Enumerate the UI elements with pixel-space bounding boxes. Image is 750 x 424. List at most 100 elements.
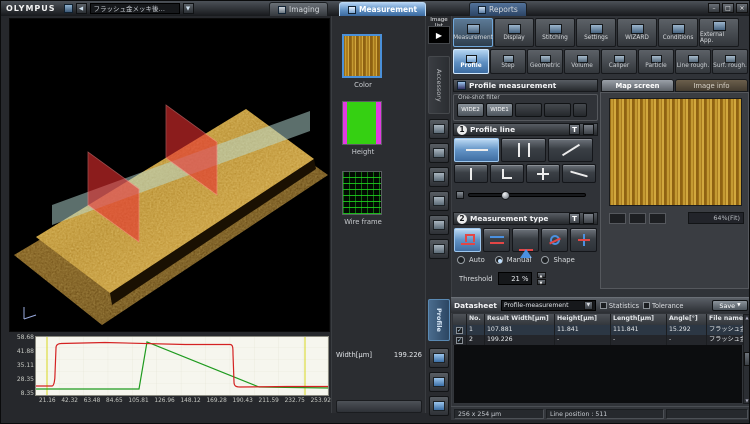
profile-tool-icon-3[interactable] bbox=[429, 396, 449, 416]
cross-line-button[interactable] bbox=[526, 164, 560, 183]
tab-map-screen[interactable]: Map screen bbox=[601, 79, 674, 92]
mode-particle-button[interactable]: Particle bbox=[638, 49, 674, 74]
profile-line-text-tool-button[interactable]: T bbox=[569, 124, 580, 135]
tab-measurement[interactable]: Measurement bbox=[339, 2, 426, 16]
ribbon-conditions-button[interactable]: Conditions bbox=[658, 18, 698, 47]
angle-measure-button[interactable] bbox=[512, 228, 539, 252]
corner-line-button[interactable] bbox=[490, 164, 524, 183]
mode-profile-button[interactable]: Profile bbox=[453, 49, 489, 74]
mode-surface-roughness-button[interactable]: Surf. rough. bbox=[712, 49, 748, 74]
profile-side-tab[interactable]: Profile bbox=[428, 299, 450, 341]
ribbon-display-button[interactable]: Display bbox=[494, 18, 534, 47]
document-title[interactable]: フラッシュ金メッキ後… bbox=[90, 3, 180, 14]
threshold-down-button[interactable]: ▼ bbox=[537, 279, 546, 285]
profile-plot[interactable] bbox=[35, 336, 329, 400]
image-list-expand-button[interactable]: ▶ bbox=[428, 26, 450, 44]
filter-3-button[interactable] bbox=[515, 103, 542, 117]
table-row[interactable]: ✓ 1 107.881 11.841 111.841 15.292 フラッシュ金 bbox=[453, 325, 743, 335]
statistics-checkbox-row[interactable]: Statistics bbox=[600, 302, 639, 310]
3d-viewport[interactable] bbox=[9, 18, 330, 332]
radius-measure-button[interactable] bbox=[541, 228, 568, 252]
mode-label: Line rough. bbox=[677, 63, 710, 69]
threshold-up-button[interactable]: ▲ bbox=[537, 272, 546, 278]
measurement-type-options-button[interactable] bbox=[583, 213, 594, 224]
accessory-tab[interactable]: Accessory bbox=[428, 56, 450, 114]
scroll-down-icon[interactable]: ▼ bbox=[745, 398, 748, 403]
cross-section-measure-button[interactable] bbox=[570, 228, 597, 252]
document-dropdown-button[interactable]: ▼ bbox=[183, 3, 194, 14]
imaging-icon bbox=[278, 6, 286, 14]
maximize-button[interactable]: □ bbox=[722, 3, 734, 13]
map-thumb-3[interactable] bbox=[649, 213, 666, 224]
threshold-input[interactable]: 21 % bbox=[498, 272, 532, 285]
map-preview-image[interactable] bbox=[609, 98, 742, 206]
mode-label: Volume bbox=[571, 63, 593, 69]
radio-shape[interactable] bbox=[541, 256, 549, 264]
row-checkbox[interactable]: ✓ bbox=[456, 337, 463, 344]
profile-tool-icon-1[interactable] bbox=[429, 348, 449, 368]
ribbon-measurement-button[interactable]: Measurement bbox=[453, 18, 493, 47]
save-button[interactable]: Save ▼ bbox=[712, 300, 748, 311]
line-roughness-icon bbox=[688, 55, 699, 63]
parallel-lines-icon bbox=[518, 143, 530, 157]
tab-image-info[interactable]: Image info bbox=[675, 79, 748, 92]
vertical-line-button[interactable] bbox=[454, 164, 488, 183]
ruler-icon[interactable] bbox=[429, 239, 449, 259]
2d-view-icon[interactable] bbox=[429, 143, 449, 163]
measurement-type-buttons bbox=[454, 228, 597, 252]
mode-geometric-button[interactable]: Geometric bbox=[527, 49, 563, 74]
scroll-up-icon[interactable]: ▲ bbox=[745, 315, 748, 320]
scrollbar-thumb[interactable] bbox=[744, 352, 750, 366]
surface-roughness-icon bbox=[725, 55, 736, 63]
horizontal-line-button[interactable] bbox=[454, 138, 499, 162]
3d-view-icon[interactable] bbox=[429, 119, 449, 139]
free-line-button[interactable] bbox=[562, 164, 596, 183]
ribbon-wizard-button[interactable]: WiZARD bbox=[617, 18, 657, 47]
grid-icon[interactable] bbox=[429, 191, 449, 211]
thumbnail-wireframe[interactable] bbox=[342, 171, 382, 215]
statistics-checkbox[interactable] bbox=[600, 302, 607, 309]
tolerance-checkbox-row[interactable]: Tolerance bbox=[643, 302, 683, 310]
tab-reports[interactable]: Reports bbox=[469, 2, 527, 16]
back-button[interactable]: ◀ bbox=[76, 3, 87, 14]
mode-step-button[interactable]: Step bbox=[490, 49, 526, 74]
minimize-button[interactable]: – bbox=[708, 3, 720, 13]
layer-icon[interactable] bbox=[429, 167, 449, 187]
step-measure-button[interactable] bbox=[454, 228, 481, 252]
mode-line-roughness-button[interactable]: Line rough. bbox=[675, 49, 711, 74]
mode-caliper-button[interactable]: Caliper bbox=[601, 49, 637, 74]
parallel-lines-button[interactable] bbox=[501, 138, 546, 162]
thumbnail-height[interactable] bbox=[342, 101, 382, 145]
filter-wide1-button[interactable]: WIDE1 bbox=[486, 103, 513, 117]
filter-more-button[interactable] bbox=[573, 103, 587, 117]
width-measure-button[interactable] bbox=[483, 228, 510, 252]
ribbon-external-app-button[interactable]: External App. bbox=[699, 18, 739, 47]
thumb-panel-button[interactable] bbox=[336, 400, 422, 413]
radio-auto[interactable] bbox=[457, 256, 465, 264]
ribbon-settings-button[interactable]: Settings bbox=[576, 18, 616, 47]
diagonal-line-button[interactable] bbox=[548, 138, 593, 162]
row-checkbox[interactable]: ✓ bbox=[456, 327, 463, 334]
map-thumb-2[interactable] bbox=[629, 213, 646, 224]
profile-tool-icon-2[interactable] bbox=[429, 372, 449, 392]
ribbon-stitching-button[interactable]: Stitching bbox=[535, 18, 575, 47]
profile-line-options-button[interactable] bbox=[583, 124, 594, 135]
radio-manual[interactable] bbox=[495, 256, 503, 264]
close-button[interactable]: × bbox=[736, 3, 748, 13]
tab-imaging[interactable]: Imaging bbox=[269, 2, 328, 16]
table-row[interactable]: ✓ 2 199.226 - - - フラッシュ金 bbox=[453, 335, 743, 345]
filter-wide2-button[interactable]: WIDE2 bbox=[457, 103, 484, 117]
line-width-slider[interactable] bbox=[468, 193, 586, 197]
snapshot-icon[interactable] bbox=[429, 215, 449, 235]
datasheet-type-dropdown[interactable]: Profile-measurement ▼ bbox=[501, 300, 596, 311]
thumbnail-color[interactable] bbox=[342, 34, 382, 78]
table-scrollbar[interactable]: ▲ ▼ bbox=[743, 314, 750, 404]
angle-measure-icon bbox=[520, 230, 532, 258]
map-thumb-1[interactable] bbox=[609, 213, 626, 224]
slider-end-button[interactable] bbox=[456, 191, 464, 199]
filter-4-button[interactable] bbox=[544, 103, 571, 117]
slider-handle[interactable] bbox=[501, 191, 510, 200]
mode-volume-button[interactable]: Volume bbox=[564, 49, 600, 74]
tolerance-checkbox[interactable] bbox=[643, 302, 650, 309]
measurement-type-text-tool-button[interactable]: T bbox=[569, 213, 580, 224]
